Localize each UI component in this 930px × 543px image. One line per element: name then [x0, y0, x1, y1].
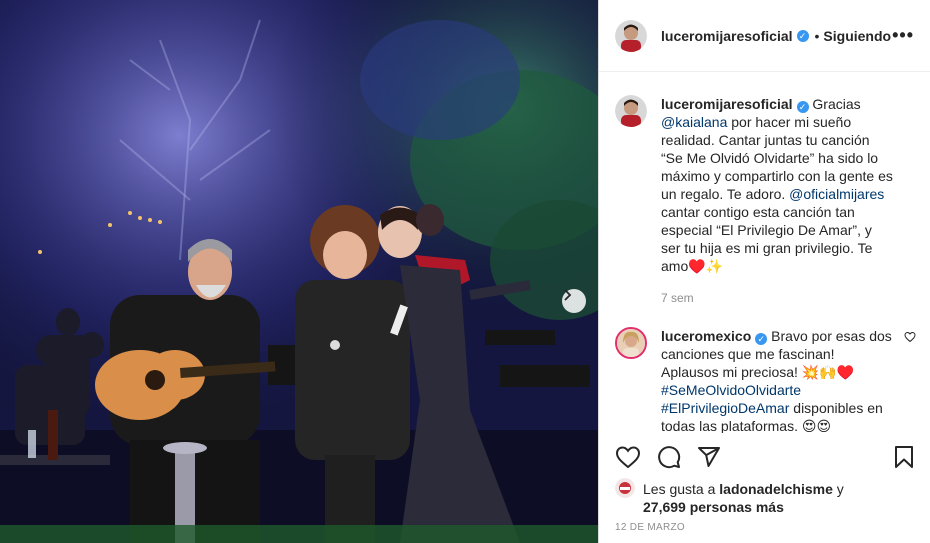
post-date[interactable]: 12 DE MARZO — [615, 522, 685, 533]
verified-badge-icon: ✓ — [796, 101, 809, 113]
following-button[interactable]: Siguiendo — [823, 28, 891, 44]
bookmark-icon[interactable] — [893, 445, 915, 469]
post-header: luceromijaresoficial ✓ • Siguiendo ••• — [599, 0, 930, 72]
caption-author-avatar[interactable] — [615, 95, 647, 127]
likes-prefix: Les gusta a — [643, 481, 720, 497]
likes-count[interactable]: 27,699 personas más — [643, 499, 784, 515]
carousel-next-icon — [564, 289, 572, 301]
caption-text-part: cantar contigo esta canción tan especial… — [661, 204, 873, 274]
comment: luceromexico ✓ Bravo por esas dos cancion… — [615, 327, 916, 433]
hashtag-link[interactable]: #ElPrivilegioDeAmar — [661, 400, 789, 416]
post-photo[interactable] — [0, 0, 598, 543]
caption-text: luceromijaresoficial ✓ Gracias @kaialana … — [661, 95, 893, 307]
verified-badge-icon: ✓ — [755, 333, 768, 345]
comment-like-heart-icon[interactable] — [904, 331, 916, 343]
mention-link[interactable]: @oficialmijares — [789, 186, 884, 202]
commenter-username[interactable]: luceromexico — [661, 328, 751, 344]
concert-photo-illustration — [0, 0, 598, 543]
comment-icon[interactable] — [657, 445, 681, 469]
caption-text-part: Gracias — [808, 96, 861, 112]
instagram-post: luceromijaresoficial ✓ • Siguiendo ••• l… — [0, 0, 930, 543]
post-details-panel: luceromijaresoficial ✓ • Siguiendo ••• l… — [598, 0, 930, 543]
author-username[interactable]: luceromijaresoficial — [661, 28, 793, 44]
more-options-icon[interactable]: ••• — [892, 25, 914, 46]
liker-username[interactable]: ladonadelchisme — [719, 481, 833, 497]
action-bar — [615, 445, 915, 469]
verified-badge-icon: ✓ — [796, 29, 809, 42]
author-avatar[interactable] — [615, 19, 647, 52]
mention-link[interactable]: @kaialana — [661, 114, 727, 130]
caption: luceromijaresoficial ✓ Gracias @kaialana … — [615, 95, 914, 307]
carousel-next-button[interactable] — [562, 289, 586, 313]
hashtag-link[interactable]: #SeMeOlvidoOlvidarte — [661, 382, 801, 398]
liker-avatar[interactable] — [615, 478, 635, 498]
caption-timestamp[interactable]: 7 sem — [661, 289, 893, 307]
likes-summary: Les gusta a ladonadelchisme y 27,699 per… — [615, 478, 844, 516]
heart-icon[interactable] — [615, 445, 641, 469]
caption-author[interactable]: luceromijaresoficial — [661, 96, 793, 112]
comments-section[interactable]: luceromijaresoficial ✓ Gracias @kaialana … — [599, 73, 930, 433]
comment-text: luceromexico ✓ Bravo por esas dos cancion… — [661, 327, 893, 433]
likes-mid: y — [832, 481, 844, 497]
separator-dot: • — [814, 27, 820, 44]
likes-text: Les gusta a ladonadelchisme y 27,699 per… — [643, 480, 844, 516]
share-icon[interactable] — [697, 445, 721, 469]
commenter-avatar[interactable] — [615, 327, 647, 359]
